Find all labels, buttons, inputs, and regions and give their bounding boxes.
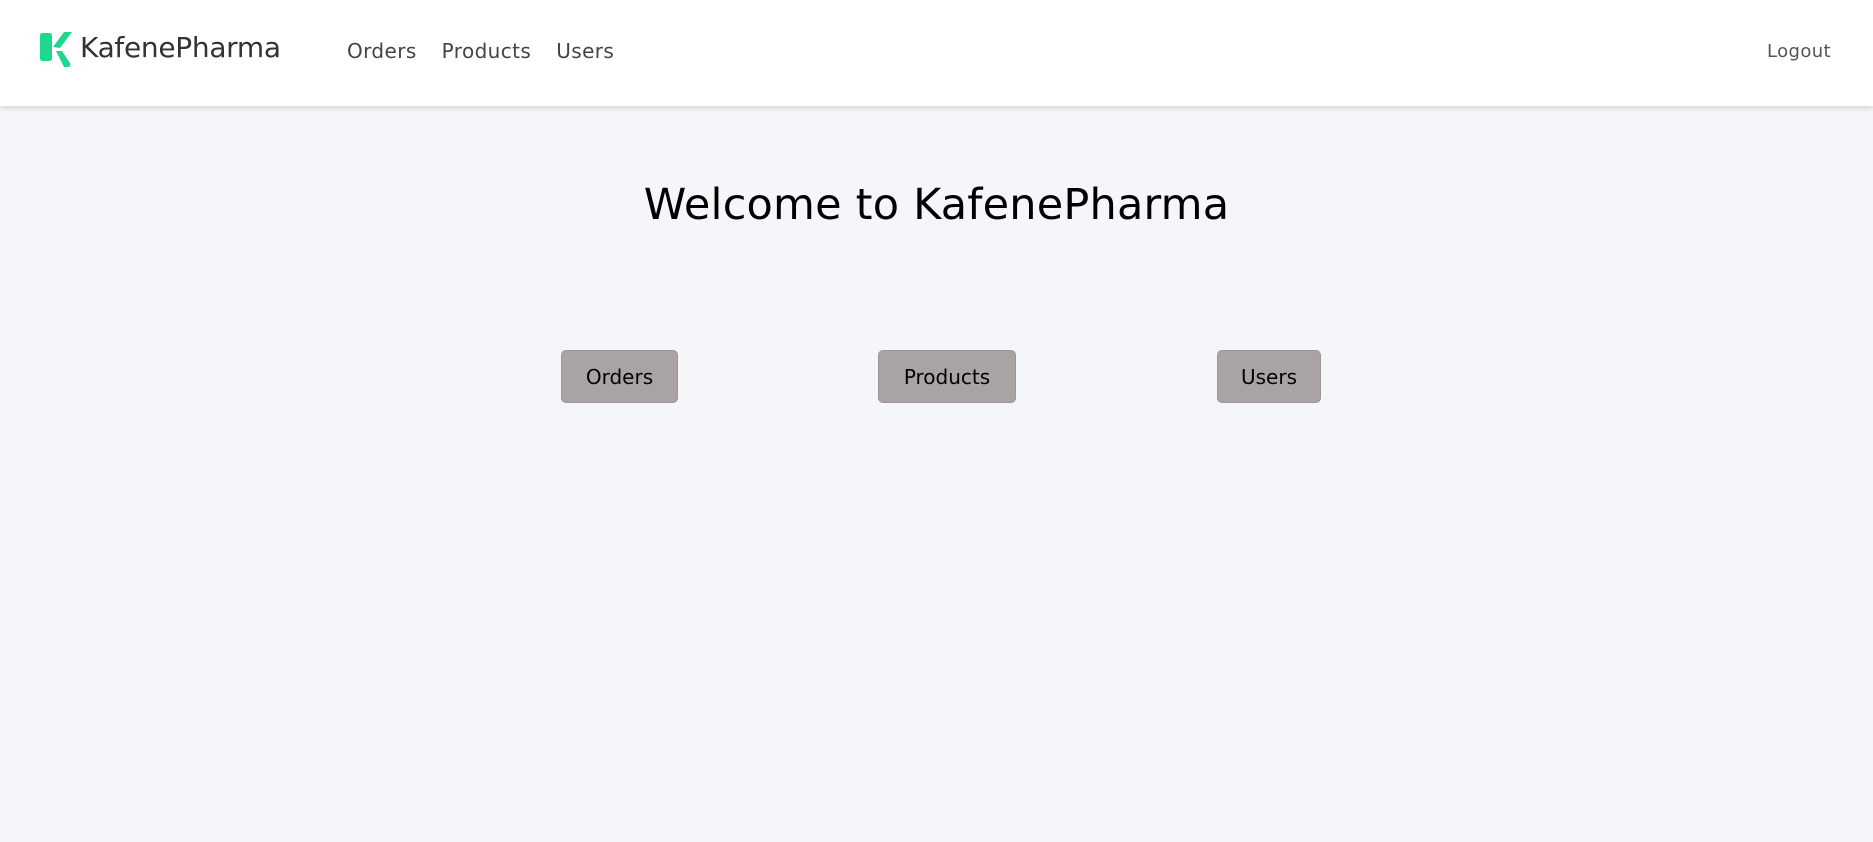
orders-button[interactable]: Orders	[561, 350, 678, 403]
logout-link[interactable]: Logout	[1767, 41, 1831, 62]
brand-name: KafenePharma	[80, 31, 281, 64]
products-button[interactable]: Products	[878, 350, 1016, 403]
page-title: Welcome to KafenePharma	[643, 180, 1230, 230]
nav-link-products[interactable]: Products	[442, 39, 532, 63]
app-root: KafenePharma Orders Products Users Logou…	[0, 0, 1873, 842]
brand-link[interactable]: KafenePharma	[40, 28, 281, 68]
kafene-k-logo-icon	[40, 31, 72, 67]
users-button[interactable]: Users	[1217, 350, 1321, 403]
nav-link-orders[interactable]: Orders	[347, 39, 417, 63]
top-navbar: KafenePharma Orders Products Users Logou…	[0, 0, 1873, 106]
nav-link-users[interactable]: Users	[556, 39, 614, 63]
main-nav: Orders Products Users	[347, 39, 614, 63]
